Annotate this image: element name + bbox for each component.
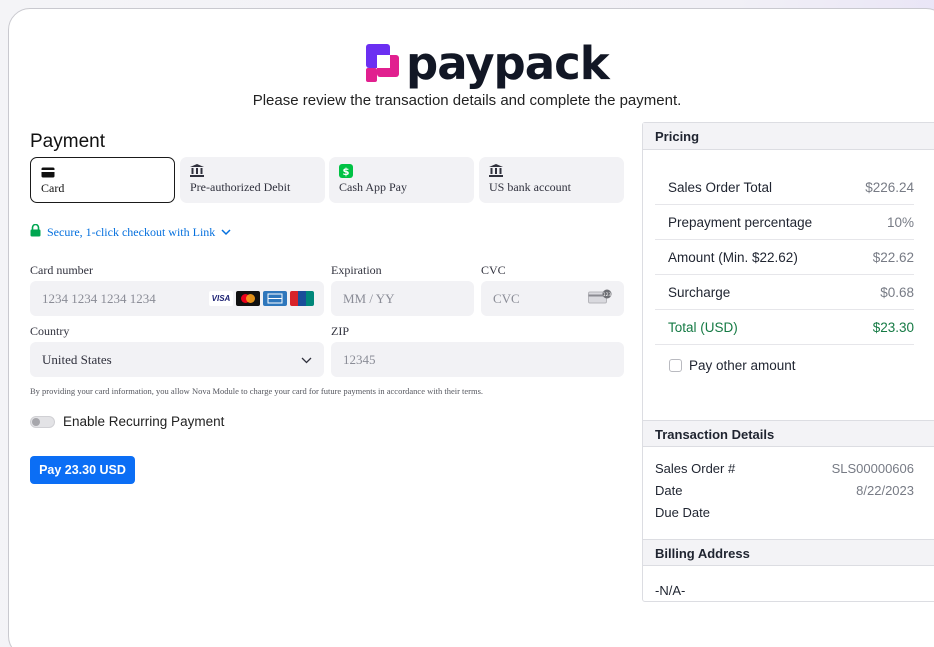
pricing-row-label: Amount (Min. $22.62) xyxy=(668,249,798,265)
cvc-card-icon: 123 xyxy=(588,289,612,308)
pricing-row-value: $0.68 xyxy=(880,284,914,300)
country-label: Country xyxy=(30,324,70,338)
pay-other-amount-label: Pay other amount xyxy=(689,358,796,373)
transaction-row-value: 8/22/2023 xyxy=(856,483,914,498)
transaction-row-label: Due Date xyxy=(655,505,710,520)
tab-pre-authorized-debit[interactable]: Pre-authorized Debit xyxy=(180,157,325,203)
pricing-row-label: Prepayment percentage xyxy=(668,214,813,230)
chevron-down-icon xyxy=(301,352,312,368)
amex-icon xyxy=(263,291,287,306)
expiration-placeholder: MM / YY xyxy=(343,290,395,306)
pay-other-amount-checkbox[interactable] xyxy=(669,359,682,372)
expiration-input[interactable]: MM / YY xyxy=(331,281,474,316)
payment-method-tabs: Card Pre-authorized Debit $ Cash App Pay… xyxy=(30,157,624,203)
tab-us-bank-account[interactable]: US bank account xyxy=(479,157,624,203)
recurring-payment-row: Enable Recurring Payment xyxy=(30,414,224,429)
toggle-knob xyxy=(32,417,40,426)
transaction-row: Due Date xyxy=(655,505,914,520)
pricing-row-value: 10% xyxy=(886,214,914,230)
transaction-details-header: Transaction Details xyxy=(643,420,934,447)
bank-icon xyxy=(489,164,614,178)
card-number-label: Card number xyxy=(30,263,93,277)
cash-app-icon: $ xyxy=(339,164,464,178)
zip-input[interactable]: 12345 xyxy=(331,342,624,377)
visa-icon: VISA xyxy=(209,291,233,306)
summary-panel: Pricing Sales Order Total $226.24 Prepay… xyxy=(642,122,934,602)
tab-us-bank-account-label: US bank account xyxy=(489,180,571,194)
tab-card[interactable]: Card xyxy=(30,157,175,203)
billing-address-header: Billing Address xyxy=(643,539,934,566)
pricing-total-label: Total (USD) xyxy=(668,319,738,335)
cvc-input[interactable]: CVC 123 xyxy=(481,281,624,316)
chevron-down-icon xyxy=(221,225,231,240)
billing-address-text: -N/A- xyxy=(655,583,686,598)
transaction-row-label: Date xyxy=(655,483,683,498)
tab-pre-authorized-debit-label: Pre-authorized Debit xyxy=(190,180,291,194)
page-subtitle: Please review the transaction details an… xyxy=(252,92,682,109)
transaction-row: Sales Order # SLS00000606 xyxy=(655,461,914,476)
tab-cash-app-pay-label: Cash App Pay xyxy=(339,180,408,194)
cvc-placeholder: CVC xyxy=(493,290,520,306)
mastercard-icon xyxy=(236,291,260,306)
pricing-row: Sales Order Total $226.24 xyxy=(655,170,914,205)
pricing-row: Prepayment percentage 10% xyxy=(655,205,914,240)
svg-text:$: $ xyxy=(343,167,350,178)
card-icon xyxy=(41,165,164,179)
link-checkout-label: Secure, 1-click checkout with Link xyxy=(47,225,216,239)
svg-text:123: 123 xyxy=(603,292,612,298)
transaction-row-value: SLS00000606 xyxy=(831,461,914,476)
pricing-header: Pricing xyxy=(643,123,934,150)
pricing-row-label: Sales Order Total xyxy=(668,179,773,195)
card-number-placeholder: 1234 1234 1234 1234 xyxy=(42,290,156,306)
expiration-label: Expiration xyxy=(331,263,382,277)
pricing-row-label: Surcharge xyxy=(668,284,731,300)
pay-other-amount-row: Pay other amount xyxy=(669,358,796,373)
pricing-total-row: Total (USD) $23.30 xyxy=(655,310,914,345)
link-checkout[interactable]: Secure, 1-click checkout with Link xyxy=(30,223,231,241)
lock-icon xyxy=(30,223,41,241)
billing-address-value: -N/A- xyxy=(655,583,914,598)
cvc-label: CVC xyxy=(481,263,506,277)
card-brands: VISA xyxy=(209,291,314,306)
recurring-payment-toggle[interactable] xyxy=(30,415,55,428)
zip-label: ZIP xyxy=(331,324,349,338)
zip-placeholder: 12345 xyxy=(343,351,376,367)
pricing-total-value: $23.30 xyxy=(872,319,914,335)
transaction-row: Date 8/22/2023 xyxy=(655,483,914,498)
paypack-mark-icon xyxy=(366,44,399,82)
pricing-row: Surcharge $0.68 xyxy=(655,275,914,310)
card-terms-text: By providing your card information, you … xyxy=(30,386,484,396)
country-select[interactable]: United States xyxy=(30,342,324,377)
bank-icon xyxy=(190,164,315,178)
unionpay-icon xyxy=(290,291,314,306)
brand-wordmark: paypack xyxy=(406,36,610,90)
transaction-row-label: Sales Order # xyxy=(655,461,736,476)
tab-card-label: Card xyxy=(41,181,65,195)
paypack-logo: paypack xyxy=(366,36,610,90)
pricing-row: Amount (Min. $22.62) $22.62 xyxy=(655,240,914,275)
recurring-payment-label: Enable Recurring Payment xyxy=(63,414,225,429)
pricing-row-value: $226.24 xyxy=(865,179,914,195)
country-value: United States xyxy=(42,351,112,367)
tab-cash-app-pay[interactable]: $ Cash App Pay xyxy=(329,157,474,203)
pay-button[interactable]: Pay 23.30 USD xyxy=(30,456,135,484)
payment-title: Payment xyxy=(30,131,105,152)
pricing-row-value: $22.62 xyxy=(872,249,914,265)
card-number-input[interactable]: 1234 1234 1234 1234 VISA xyxy=(30,281,324,316)
